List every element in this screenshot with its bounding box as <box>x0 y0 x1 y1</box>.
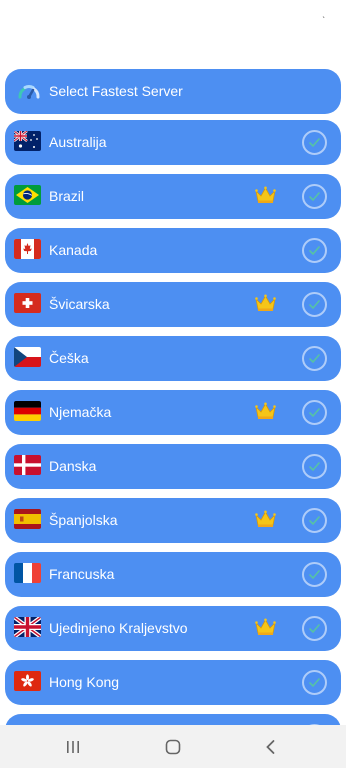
server-label: Brazil <box>49 188 85 204</box>
spain-flag-icon <box>14 509 41 529</box>
czechia-flag-icon <box>14 347 41 367</box>
status-bar: ˎ <box>0 0 346 24</box>
recent-apps-icon[interactable] <box>62 736 84 758</box>
server-label: Select Fastest Server <box>49 83 183 99</box>
status-indicator: ˎ <box>322 9 326 18</box>
home-icon[interactable] <box>162 736 184 758</box>
select-circle-icon[interactable] <box>302 454 327 479</box>
denmark-flag-icon <box>14 455 41 475</box>
server-row-switzerland[interactable]: Švicarska <box>5 282 341 327</box>
crown-icon <box>255 618 276 636</box>
select-circle-icon[interactable] <box>302 400 327 425</box>
server-label: Češka <box>49 350 89 366</box>
brazil-flag-icon <box>14 185 41 205</box>
select-circle-icon[interactable] <box>302 346 327 371</box>
server-label: Španjolska <box>49 512 118 528</box>
hongkong-flag-icon <box>14 671 41 691</box>
crown-icon <box>255 294 276 312</box>
server-row-spain[interactable]: Španjolska <box>5 498 341 543</box>
select-circle-icon[interactable] <box>302 562 327 587</box>
server-label: Francuska <box>49 566 115 582</box>
select-circle-icon[interactable] <box>302 130 327 155</box>
server-row-australia[interactable]: Australija <box>5 120 341 165</box>
select-circle-icon[interactable] <box>302 508 327 533</box>
system-navigation-bar <box>0 725 346 768</box>
germany-flag-icon <box>14 401 41 421</box>
switzerland-flag-icon <box>14 293 41 313</box>
server-label: Ujedinjeno Kraljevstvo <box>49 620 188 636</box>
select-circle-icon[interactable] <box>302 616 327 641</box>
server-label: Švicarska <box>49 296 110 312</box>
uk-flag-icon <box>14 617 41 637</box>
crown-icon <box>255 510 276 528</box>
select-circle-icon[interactable] <box>302 238 327 263</box>
select-fastest-server-row[interactable]: Select Fastest Server <box>5 69 341 114</box>
server-row-hong-kong[interactable]: Hong Kong <box>5 660 341 705</box>
server-label: Danska <box>49 458 97 474</box>
crown-icon <box>255 402 276 420</box>
server-row-united-kingdom[interactable]: Ujedinjeno Kraljevstvo <box>5 606 341 651</box>
canada-flag-icon <box>14 239 41 259</box>
server-label: Kanada <box>49 242 98 258</box>
select-circle-icon[interactable] <box>302 292 327 317</box>
server-row-france[interactable]: Francuska <box>5 552 341 597</box>
server-row-canada[interactable]: Kanada <box>5 228 341 273</box>
server-label: Njemačka <box>49 404 112 420</box>
select-circle-icon[interactable] <box>302 670 327 695</box>
speedometer-icon <box>16 80 42 102</box>
select-circle-icon[interactable] <box>302 184 327 209</box>
crown-icon <box>255 186 276 204</box>
server-row-germany[interactable]: Njemačka <box>5 390 341 435</box>
server-label: Hong Kong <box>49 674 120 690</box>
back-icon[interactable] <box>260 736 282 758</box>
server-row-brazil[interactable]: Brazil <box>5 174 341 219</box>
france-flag-icon <box>14 563 41 583</box>
vpn-server-list-screen: ˎ Select Fastest Server Australija Brazi… <box>0 0 346 768</box>
server-row-czechia[interactable]: Češka <box>5 336 341 381</box>
server-label: Australija <box>49 134 107 150</box>
australia-flag-icon <box>14 131 41 151</box>
server-row-denmark[interactable]: Danska <box>5 444 341 489</box>
